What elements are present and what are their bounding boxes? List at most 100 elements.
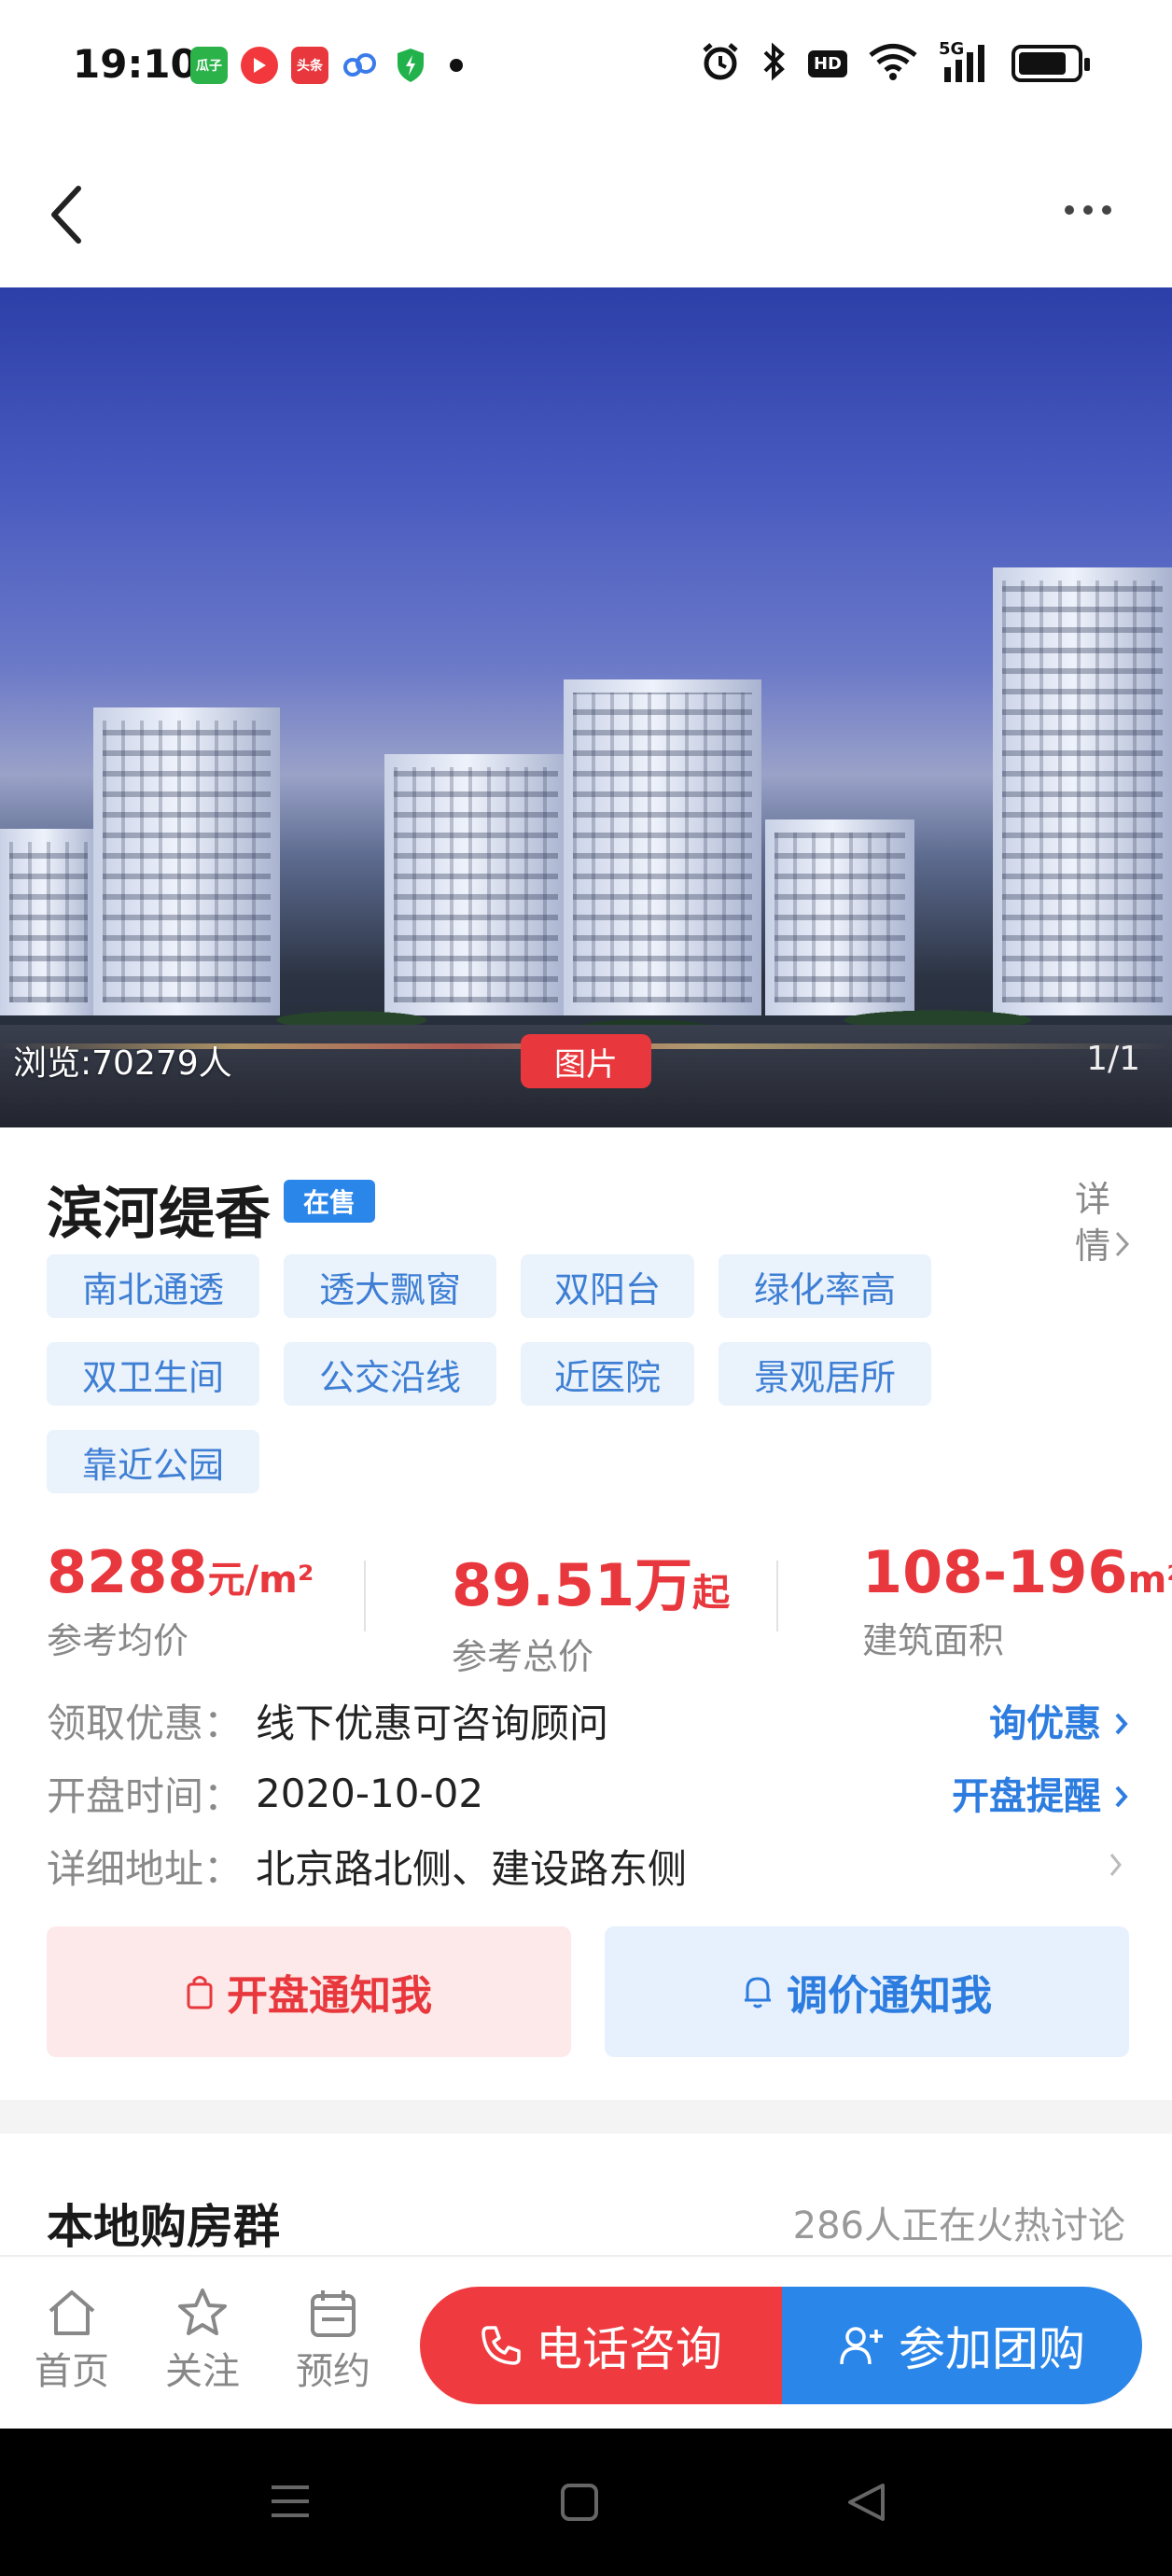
total-price-label: 参考总价 [452, 1636, 594, 1677]
back-button[interactable] [37, 177, 93, 252]
chevron-left-icon [51, 186, 81, 244]
chevron-right-icon [1115, 1785, 1128, 1808]
cta-group: 电话咨询 参加团购 [420, 2287, 1142, 2404]
average-price-label: 参考均价 [47, 1620, 189, 1661]
section-title: 本地购房群 [47, 2200, 280, 2254]
shopping-bag-icon [187, 1976, 213, 2009]
more-notifications-dot [450, 59, 463, 72]
status-bar: 19:10 瓜子 头条 HD 5G [0, 0, 1172, 131]
add-user-icon [840, 2327, 883, 2365]
property-info-card: 滨河缇香 在售 详情 南北通透 透大飘窗 双阳台 绿化率高 双卫生间 公交沿线 … [0, 1127, 1172, 2100]
wifi-icon [868, 43, 918, 84]
discount-value: 线下优惠可咨询顾问 [256, 1700, 609, 1746]
reserve-label: 预约 [296, 2350, 370, 2393]
local-group-section[interactable]: 本地购房群 286人正在火热讨论 [0, 2134, 1172, 2255]
notification-icons: 瓜子 头条 [190, 47, 463, 84]
opening-date-row: 开盘时间： 2020-10-02 开盘提醒 [47, 1757, 1129, 1829]
section-divider [0, 2100, 1172, 2134]
feature-tag: 公交沿线 [284, 1342, 496, 1406]
chevron-right-icon [1115, 1713, 1128, 1735]
total-price-value: 89.51万 [452, 1551, 693, 1619]
alarm-icon [700, 41, 741, 86]
details-label: 详情 [1075, 1179, 1111, 1267]
opening-date-value: 2020-10-02 [256, 1770, 484, 1816]
feature-tag: 近医院 [521, 1342, 694, 1406]
signal-icon: 5G [939, 39, 991, 84]
view-count: 浏览:70279人 [13, 1044, 232, 1083]
average-price: 8288元/m² 参考均价 [47, 1538, 314, 1663]
notify-opening-button[interactable]: 开盘通知我 [47, 1926, 571, 2057]
feature-tag: 双阳台 [521, 1254, 694, 1318]
status-time: 19:10 [73, 41, 198, 87]
video-app-icon [241, 47, 278, 84]
system-indicators: HD 5G [700, 39, 1090, 86]
address-value: 北京路北侧、建设路东侧 [256, 1845, 688, 1892]
notify-buttons: 开盘通知我 调价通知我 [47, 1926, 1129, 2057]
chevron-right-icon [1114, 1225, 1131, 1271]
phone-icon [481, 2326, 521, 2365]
ask-discount-label: 询优惠 [989, 1702, 1102, 1745]
triangle-back-icon [848, 2484, 885, 2521]
price-summary: 8288元/m² 参考均价 89.51万起 参考总价 108-196m² 建筑面… [47, 1538, 1172, 1677]
details-link[interactable]: 详情 [1075, 1176, 1131, 1269]
menu-icon [272, 2485, 309, 2517]
property-photo[interactable] [0, 287, 1172, 1127]
ask-discount-link[interactable]: 询优惠 [989, 1693, 1129, 1747]
hd-badge: HD [807, 49, 847, 77]
dot-icon [1083, 205, 1093, 215]
bottom-action-bar: 首页 关注 预约 电话咨询 参加团购 [0, 2255, 1172, 2429]
phone-consult-button[interactable]: 电话咨询 [420, 2287, 782, 2404]
bell-icon [745, 1977, 771, 2009]
opening-date-key: 开盘时间： [47, 1772, 244, 1819]
floor-area: 108-196m² 建筑面积 [862, 1538, 1172, 1663]
feature-tag: 靠近公园 [47, 1430, 259, 1493]
bluetooth-icon [761, 41, 788, 86]
more-options-button[interactable] [1051, 177, 1125, 243]
dot-icon [1065, 205, 1074, 215]
divider [364, 1561, 366, 1631]
average-price-unit: 元/m² [207, 1559, 314, 1602]
menu-key[interactable] [269, 2483, 312, 2524]
follow-label: 关注 [165, 2350, 240, 2393]
feature-tags: 南北通透 透大飘窗 双阳台 绿化率高 双卫生间 公交沿线 近医院 景观居所 靠近… [47, 1254, 980, 1493]
property-name: 滨河缇香 [47, 1182, 271, 1247]
divider [776, 1561, 778, 1631]
star-icon [176, 2285, 229, 2341]
dot-icon [1102, 205, 1111, 215]
battery-level [1019, 52, 1066, 75]
info-rows: 领取优惠： 线下优惠可咨询顾问 询优惠 开盘时间： 2020-10-02 开盘提… [47, 1684, 1129, 1902]
calendar-icon [309, 2285, 357, 2341]
notify-price-button[interactable]: 调价通知我 [605, 1926, 1129, 2057]
floor-area-label: 建筑面积 [862, 1620, 1005, 1661]
join-group-buy-button[interactable]: 参加团购 [782, 2287, 1142, 2404]
average-price-value: 8288 [47, 1538, 208, 1606]
address-row[interactable]: 详细地址： 北京路北侧、建设路东侧 [47, 1829, 1129, 1902]
photo-category-tab[interactable]: 图片 [521, 1034, 651, 1088]
square-icon [561, 2484, 598, 2521]
feature-tag: 绿化率高 [719, 1254, 931, 1318]
home-label: 首页 [35, 2350, 109, 2393]
reserve-tab[interactable]: 预约 [282, 2285, 384, 2395]
back-key[interactable] [845, 2483, 886, 2526]
top-navigation [0, 131, 1172, 287]
follow-tab[interactable]: 关注 [151, 2285, 254, 2395]
total-price: 89.51万起 参考总价 [452, 1538, 730, 1679]
floor-area-unit: m² [1127, 1559, 1172, 1602]
total-price-unit: 起 [692, 1572, 731, 1615]
home-tab[interactable]: 首页 [21, 2285, 123, 2395]
shield-app-icon [392, 47, 429, 84]
feature-tag: 南北通透 [47, 1254, 259, 1318]
notify-opening-label: 开盘通知我 [227, 1972, 432, 2020]
system-navigation-bar [0, 2429, 1172, 2576]
opening-reminder-link[interactable]: 开盘提醒 [952, 1766, 1129, 1820]
feature-tag: 双卫生间 [47, 1342, 259, 1406]
home-key[interactable] [560, 2483, 599, 2526]
toutiao-app-icon: 头条 [291, 47, 328, 84]
notify-price-label: 调价通知我 [787, 1972, 992, 2020]
discussion-count: 286人正在火热讨论 [792, 2205, 1125, 2247]
opening-reminder-label: 开盘提醒 [952, 1775, 1102, 1818]
feature-tag: 透大飘窗 [284, 1254, 496, 1318]
address-key: 详细地址： [47, 1845, 244, 1892]
battery-icon [1012, 45, 1090, 82]
photo-counter: 1/1 [1086, 1040, 1140, 1078]
